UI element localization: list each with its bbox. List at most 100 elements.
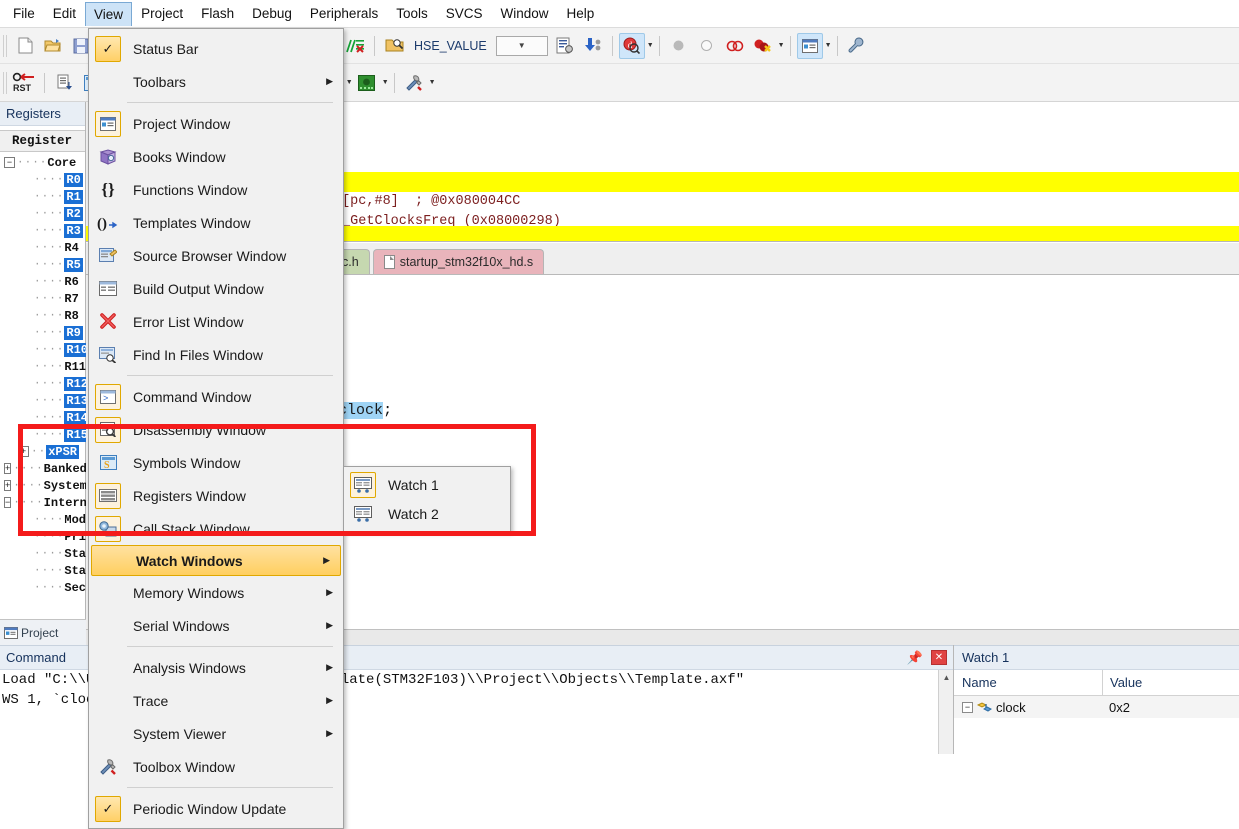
registers-tree-node[interactable]: ···· R8 bbox=[0, 307, 85, 324]
menu-item-memory-windows[interactable]: Memory Windows ▶ bbox=[89, 576, 343, 609]
chevron-down-icon[interactable]: ▼ bbox=[346, 79, 353, 86]
watch-row[interactable]: − clock 0x2 bbox=[954, 696, 1239, 718]
menu-item-analysis-windows[interactable]: Analysis Windows ▶ bbox=[89, 651, 343, 684]
step-over-list-icon[interactable] bbox=[51, 70, 77, 96]
menu-item-trace[interactable]: Trace ▶ bbox=[89, 684, 343, 717]
submenu-item-watch-1[interactable]: Watch 1 bbox=[344, 470, 510, 499]
registers-tree-node[interactable]: ···· R0 bbox=[0, 171, 85, 188]
chevron-down-icon[interactable]: ▼ bbox=[778, 42, 785, 49]
expander-icon[interactable]: + bbox=[4, 463, 12, 474]
toolbar-grip[interactable] bbox=[3, 34, 7, 57]
registers-tree-node[interactable]: ····States bbox=[0, 562, 108, 579]
menu-project[interactable]: Project bbox=[132, 1, 192, 26]
menu-item-templates-window[interactable]: () Templates Window bbox=[89, 206, 343, 239]
menu-item-find-in-files-window[interactable]: Find In Files Window bbox=[89, 338, 343, 371]
editor-tab-startup-s[interactable]: startup_stm32f10x_hd.s bbox=[372, 249, 545, 274]
registers-tree-node[interactable]: ···· R3 bbox=[0, 222, 85, 239]
expander-icon[interactable]: + bbox=[4, 480, 12, 491]
chevron-down-icon[interactable]: ▼ bbox=[382, 79, 389, 86]
watch-column-value[interactable]: Value bbox=[1102, 670, 1239, 695]
registers-tree[interactable]: − ···· Core ···· R0 ···· R1 ···· R2 ···· R3 ··… bbox=[0, 152, 129, 596]
registers-tree-node[interactable]: − ···· Core bbox=[0, 154, 85, 171]
registers-tree-node[interactable]: ···· R6 bbox=[0, 273, 85, 290]
close-icon[interactable]: ✕ bbox=[931, 650, 947, 665]
menu-item-books-window[interactable]: Books Window bbox=[89, 140, 343, 173]
menu-item-toolbox-window[interactable]: Toolbox Window bbox=[89, 750, 343, 783]
tab-project[interactable]: Project bbox=[4, 626, 58, 640]
menu-item-toolbars[interactable]: Toolbars ▶ bbox=[89, 65, 343, 98]
kill-breakpoints-icon[interactable] bbox=[750, 33, 776, 59]
watch-column-name[interactable]: Name bbox=[954, 675, 1102, 690]
menu-svcs[interactable]: SVCS bbox=[437, 1, 492, 26]
registers-tree-node[interactable]: ···· R14 bbox=[0, 409, 91, 426]
menu-item-symbols-window[interactable]: S Symbols Window bbox=[89, 446, 343, 479]
registers-tree-node[interactable]: ···· R12 bbox=[0, 375, 91, 392]
toolbar-grip[interactable] bbox=[3, 71, 7, 94]
expander-icon[interactable]: − bbox=[4, 497, 12, 508]
menu-edit[interactable]: Edit bbox=[44, 1, 85, 26]
toolbox-icon[interactable] bbox=[401, 70, 427, 96]
menu-item-watch-windows[interactable]: Watch Windows ▶ bbox=[91, 545, 341, 576]
registers-tree-node[interactable]: ···· R5 bbox=[0, 256, 85, 273]
chevron-down-icon[interactable]: ▼ bbox=[825, 42, 832, 49]
configuration-wizard-icon[interactable] bbox=[552, 33, 578, 59]
registers-tree-node[interactable]: ···· R4 bbox=[0, 239, 85, 256]
menu-item-functions-window[interactable]: {} Functions Window bbox=[89, 173, 343, 206]
menu-item-error-list-window[interactable]: Error List Window bbox=[89, 305, 343, 338]
menu-file[interactable]: File bbox=[4, 1, 44, 26]
registers-tree-node[interactable]: ···· R10 bbox=[0, 341, 91, 358]
menu-window[interactable]: Window bbox=[491, 1, 557, 26]
registers-tree-node[interactable]: ···· R1 bbox=[0, 188, 85, 205]
expression-dropdown[interactable]: ▼ bbox=[495, 35, 548, 56]
menu-help[interactable]: Help bbox=[558, 1, 604, 26]
registers-tree-node[interactable]: ···· Mode bbox=[0, 511, 93, 528]
menu-item-disassembly-window[interactable]: Disassembly Window bbox=[89, 413, 343, 446]
menu-item-registers-window[interactable]: Registers Window bbox=[89, 479, 343, 512]
menu-debug[interactable]: Debug bbox=[243, 1, 301, 26]
scroll-up-arrow-icon[interactable]: ▲ bbox=[939, 670, 953, 685]
menu-item-build-output-window[interactable]: Build Output Window bbox=[89, 272, 343, 305]
project-window-icon[interactable] bbox=[796, 32, 823, 59]
registers-tree-node[interactable]: + ·· xPSR bbox=[0, 443, 85, 460]
registers-tree-node[interactable]: − ···· Internal bbox=[0, 494, 101, 511]
registers-tree-node[interactable]: + ···· Banked bbox=[0, 460, 87, 477]
registers-tree-node[interactable]: + ···· System bbox=[0, 477, 87, 494]
utilities-icon[interactable] bbox=[844, 33, 870, 59]
open-file-icon[interactable] bbox=[40, 33, 66, 59]
watch-row-value[interactable]: 0x2 bbox=[1102, 700, 1239, 715]
expression-label[interactable]: HSE_VALUE bbox=[408, 39, 493, 53]
menu-item-project-window[interactable]: Project Window bbox=[89, 107, 343, 140]
expander-icon[interactable]: − bbox=[962, 701, 973, 713]
menu-item-serial-windows[interactable]: Serial Windows ▶ bbox=[89, 609, 343, 642]
system-viewer-icon[interactable] bbox=[354, 70, 380, 96]
chevron-down-icon[interactable]: ▼ bbox=[429, 79, 436, 86]
menu-view[interactable]: View bbox=[85, 1, 133, 26]
registers-tree-node[interactable]: ···· R13 bbox=[0, 392, 91, 409]
registers-tree-node[interactable]: ···· R2 bbox=[0, 205, 85, 222]
find-in-files-icon[interactable] bbox=[381, 33, 407, 59]
new-file-icon[interactable] bbox=[12, 33, 38, 59]
expander-icon[interactable]: + bbox=[18, 446, 29, 457]
registers-tree-node[interactable]: ····Privilege bbox=[0, 528, 129, 545]
registers-tree-node[interactable]: ···· R15 bbox=[0, 426, 91, 443]
reset-icon[interactable]: RST bbox=[12, 70, 38, 96]
watch-row-name-cell[interactable]: − clock bbox=[954, 700, 1102, 715]
registers-tree-node[interactable]: ···· R11 bbox=[0, 358, 86, 375]
menu-tools[interactable]: Tools bbox=[387, 1, 437, 26]
registers-tree-node[interactable]: ···· Sec bbox=[0, 579, 86, 596]
expander-icon[interactable]: − bbox=[4, 157, 15, 168]
menu-peripherals[interactable]: Peripherals bbox=[301, 1, 387, 26]
menu-item-periodic-window-update[interactable]: ✓ Periodic Window Update bbox=[89, 792, 343, 825]
menu-item-command-window[interactable]: > Command Window bbox=[89, 380, 343, 413]
menu-item-call-stack-window[interactable]: Call Stack Window bbox=[89, 512, 343, 545]
chevron-down-icon[interactable]: ▼ bbox=[647, 42, 654, 49]
download-icon[interactable] bbox=[580, 33, 606, 59]
breakpoint-toggle-icon[interactable] bbox=[722, 33, 748, 59]
pin-icon[interactable]: 📌 bbox=[907, 650, 923, 666]
registers-tree-node[interactable]: ···· R7 bbox=[0, 290, 85, 307]
menu-item-system-viewer[interactable]: System Viewer ▶ bbox=[89, 717, 343, 750]
menu-flash[interactable]: Flash bbox=[192, 1, 243, 26]
menu-item-status-bar[interactable]: ✓ Status Bar bbox=[89, 32, 343, 65]
submenu-item-watch-2[interactable]: Watch 2 bbox=[344, 499, 510, 528]
command-scrollbar[interactable]: ▲ bbox=[938, 670, 953, 754]
